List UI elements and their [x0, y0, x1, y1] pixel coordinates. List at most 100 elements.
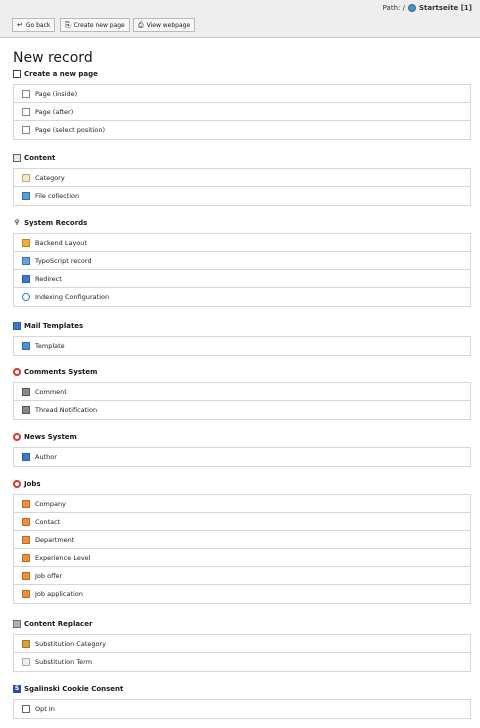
list-item-company[interactable]: Company [14, 495, 470, 513]
list-item-label: Company [35, 499, 66, 508]
toolbar: ↵ Go back ⎘ Create new page ⎙ View webpa… [0, 16, 480, 38]
section-heading: News System [24, 433, 77, 441]
job-application-icon [22, 590, 30, 598]
list-item-typoscript-record[interactable]: TypoScript record [14, 252, 470, 270]
list-item-label: Substitution Term [35, 658, 93, 666]
view-page-icon: ⎙ [138, 20, 144, 29]
list-item-label: Comment [35, 387, 67, 396]
create-new-page-button[interactable]: ⎘ Create new page [60, 18, 130, 32]
create-new-page-label: Create new page [73, 21, 125, 29]
new-page-icon: ⎘ [65, 20, 71, 29]
author-icon [22, 453, 30, 461]
section-comments-system: Comments System [13, 368, 97, 376]
page-icon [22, 89, 30, 98]
list-item-label: Experience Level [35, 553, 91, 562]
typo3-icon: ♆ [13, 218, 21, 227]
list-item-comment[interactable]: Comment [14, 383, 470, 401]
list-item-author[interactable]: Author [14, 448, 470, 466]
list-item-category[interactable]: Category [14, 169, 470, 187]
section-mail-templates: Mail Templates [13, 322, 83, 330]
view-webpage-label: View webpage [146, 21, 191, 29]
page-icon [22, 126, 30, 134]
list-item-page-inside[interactable]: Page (inside) [14, 85, 470, 103]
globe-icon [407, 4, 416, 12]
list-item-page-select-position[interactable]: Page (select position) [14, 121, 470, 139]
list-item-label: TypoScript record [35, 256, 92, 265]
page-title: New record [13, 50, 93, 66]
list-item-label: Category [35, 173, 65, 182]
template-icon [22, 342, 30, 350]
redirect-icon [22, 274, 30, 283]
contact-icon [22, 517, 30, 526]
list-item-label: Backend Layout [35, 238, 87, 247]
section-cookie-consent: S Sgalinski Cookie Consent [13, 685, 123, 693]
department-icon [22, 535, 30, 544]
list-item-label: Opt In [35, 705, 55, 713]
list-item-label: Redirect [35, 274, 62, 283]
cookie-consent-list: Opt In [13, 699, 471, 719]
list-item-page-after[interactable]: Page (after) [14, 103, 470, 121]
list-item-label: Thread Notification [35, 406, 98, 414]
list-item-opt-in[interactable]: Opt In [14, 700, 470, 718]
go-back-button[interactable]: ↵ Go back [12, 18, 56, 32]
go-back-label: Go back [25, 21, 51, 29]
list-item-job-application[interactable]: Job application [14, 585, 470, 603]
job-offer-icon [22, 571, 30, 580]
section-jobs: Jobs [13, 480, 41, 488]
experience-level-icon [22, 553, 30, 562]
section-content: Content [13, 154, 55, 162]
list-item-label: Job offer [35, 571, 63, 580]
create-page-list: Page (inside) Page (after) Page (select … [13, 84, 471, 140]
list-item-label: Department [35, 535, 75, 544]
content-replacer-list: Substitution Category Substitution Term [13, 634, 471, 672]
list-item-experience-level[interactable]: Experience Level [14, 549, 470, 567]
list-item-indexing-configuration[interactable]: Indexing Configuration [14, 288, 470, 306]
mail-templates-list: Template [13, 336, 471, 356]
list-item-redirect[interactable]: Redirect [14, 270, 470, 288]
list-item-label: Job application [35, 590, 83, 598]
list-item-label: Indexing Configuration [35, 293, 110, 301]
list-item-contact[interactable]: Contact [14, 513, 470, 531]
list-item-job-offer[interactable]: Job offer [14, 567, 470, 585]
list-item-backend-layout[interactable]: Backend Layout [14, 234, 470, 252]
section-news-system: News System [13, 433, 77, 441]
section-create-page: Create a new page [13, 70, 98, 78]
section-heading: Jobs [24, 480, 41, 488]
section-system-records: ♆ System Records [13, 218, 87, 228]
path-label: Path: / [382, 4, 405, 12]
comment-icon [22, 387, 30, 396]
list-item-label: Contact [35, 517, 61, 526]
opt-in-icon [22, 705, 30, 713]
page-new-icon [13, 70, 21, 78]
comments-system-list: Comment Thread Notification [13, 382, 471, 420]
section-heading: Sgalinski Cookie Consent [24, 685, 124, 693]
path-page-link[interactable]: Startseite [1] [419, 4, 472, 12]
section-heading: Create a new page [24, 70, 98, 78]
backend-layout-icon [22, 238, 30, 247]
company-icon [22, 499, 30, 508]
breadcrumb: Path: / Startseite [1] [383, 4, 472, 12]
list-item-template[interactable]: Template [14, 337, 470, 355]
substitution-category-icon [22, 639, 30, 648]
section-heading: Mail Templates [24, 322, 84, 330]
list-item-thread-notification[interactable]: Thread Notification [14, 401, 470, 419]
view-webpage-button[interactable]: ⎙ View webpage [133, 18, 196, 32]
list-item-label: Page (select position) [35, 126, 105, 134]
arrow-left-icon: ↵ [17, 20, 23, 29]
system-records-list: Backend Layout TypoScript record Redirec… [13, 233, 471, 307]
list-item-label: Author [35, 453, 57, 461]
list-item-label: Substitution Category [35, 639, 106, 648]
list-item-substitution-term[interactable]: Substitution Term [14, 653, 470, 671]
list-item-department[interactable]: Department [14, 531, 470, 549]
section-heading: Content Replacer [24, 620, 93, 628]
list-item-file-collection[interactable]: File collection [14, 187, 470, 205]
content-icon [13, 154, 21, 162]
list-item-substitution-category[interactable]: Substitution Category [14, 635, 470, 653]
content-list: Category File collection [13, 168, 471, 206]
notification-icon [22, 406, 30, 414]
extension-icon [13, 368, 21, 376]
extension-icon [13, 480, 21, 488]
path-bar: Path: / Startseite [1] [0, 0, 480, 16]
list-item-label: Page (inside) [35, 89, 78, 98]
mail-icon [13, 322, 21, 330]
